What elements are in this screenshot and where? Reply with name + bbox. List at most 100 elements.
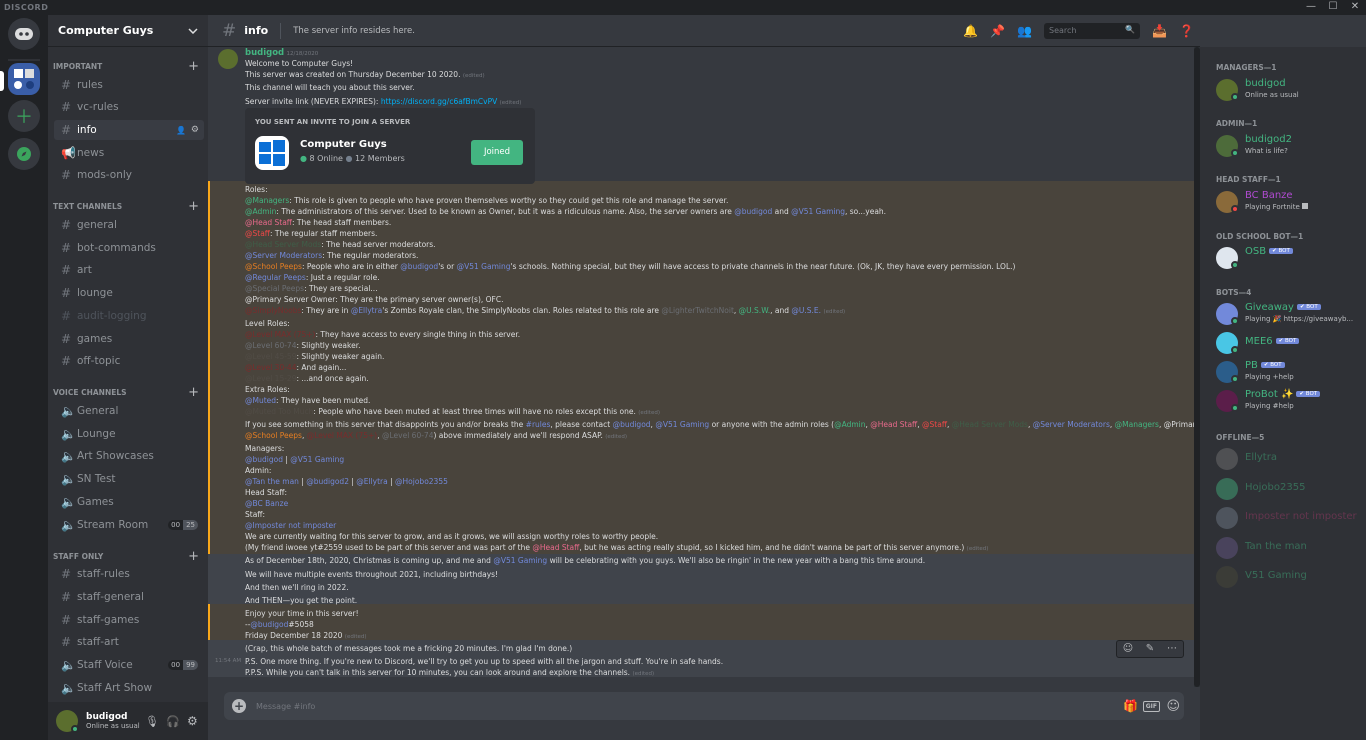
emoji-icon[interactable]: ☺ bbox=[1166, 699, 1180, 714]
role-mention[interactable]: @Head Server Mods bbox=[952, 420, 1028, 429]
role-mention[interactable]: @Level 45-59 bbox=[245, 352, 296, 361]
channel-mention[interactable]: #rules bbox=[526, 420, 551, 429]
role-mention[interactable]: @SimplyNoobs bbox=[245, 306, 301, 315]
upload-plus-icon[interactable]: + bbox=[232, 699, 246, 713]
channel-art[interactable]: # art bbox=[54, 260, 204, 280]
voice-staff-voice[interactable]: 🔈 Staff Voice 00 99 bbox=[54, 655, 204, 675]
category-staff-only[interactable]: STAFF ONLY + bbox=[48, 549, 208, 564]
member-item[interactable]: Giveaway ✔ BOT Playing 🎉 https://giveaway… bbox=[1216, 302, 1366, 326]
edit-pencil-icon[interactable]: ✎ bbox=[1139, 641, 1161, 657]
user-mention[interactable]: @Ellytra bbox=[351, 306, 382, 315]
role-mention[interactable]: @Level 60-74 bbox=[382, 431, 433, 440]
member-item[interactable]: ProBot ✨ ✔ BOT Playing #help bbox=[1216, 389, 1366, 413]
gift-icon[interactable]: 🎁 bbox=[1123, 699, 1138, 713]
voice-art-showcases[interactable]: 🔈 Art Showcases bbox=[54, 446, 204, 466]
role-mention[interactable]: @School Peeps bbox=[245, 431, 302, 440]
channel-staff-games[interactable]: # staff-games bbox=[54, 610, 204, 630]
settings-gear-icon[interactable]: ⚙ bbox=[191, 125, 199, 135]
add-channel-icon[interactable]: + bbox=[188, 199, 199, 214]
user-mention[interactable]: @Imposter not imposter bbox=[245, 521, 336, 530]
role-mention[interactable]: @Staff bbox=[922, 420, 947, 429]
user-mention[interactable]: @V51 Gaming bbox=[655, 420, 709, 429]
role-mention[interactable]: @Admin bbox=[834, 420, 865, 429]
voice-games[interactable]: 🔈 Games bbox=[54, 492, 204, 512]
user-avatar[interactable] bbox=[56, 710, 79, 733]
mute-mic-icon[interactable]: 🎙 bbox=[145, 715, 159, 728]
invite-icon[interactable]: 👤 bbox=[176, 126, 186, 135]
channel-staff-art[interactable]: # staff-art bbox=[54, 632, 204, 652]
close-button[interactable]: ✕ bbox=[1344, 0, 1366, 15]
voice-sn-test[interactable]: 🔈 SN Test bbox=[54, 469, 204, 489]
member-item[interactable]: Ellytra bbox=[1216, 447, 1366, 471]
inbox-icon[interactable]: 📥 bbox=[1146, 24, 1173, 38]
role-mention[interactable]: @Regular Peeps bbox=[245, 273, 306, 282]
add-channel-icon[interactable]: + bbox=[188, 549, 199, 564]
role-mention[interactable]: @Managers bbox=[1115, 420, 1159, 429]
user-mention[interactable]: @budigod bbox=[400, 262, 438, 271]
user-settings-gear-icon[interactable]: ⚙ bbox=[187, 714, 198, 728]
channel-vc-rules[interactable]: # vc-rules bbox=[54, 97, 204, 117]
user-mention[interactable]: @budigod bbox=[613, 420, 651, 429]
role-mention[interactable]: @Level 30-44 bbox=[245, 363, 296, 372]
role-mention[interactable]: @School Peeps bbox=[245, 262, 302, 271]
channel-off-topic[interactable]: # off-topic bbox=[54, 351, 204, 371]
home-button[interactable] bbox=[8, 18, 40, 50]
guild-header[interactable]: Computer Guys bbox=[48, 15, 208, 47]
channel-rules[interactable]: # rules bbox=[54, 75, 204, 95]
role-mention[interactable]: @Level MAX (75+) bbox=[245, 330, 316, 339]
voice-lounge[interactable]: 🔈 Lounge bbox=[54, 424, 204, 444]
message-composer[interactable]: + Message #info 🎁 GIF ☺ bbox=[224, 692, 1184, 720]
role-mention[interactable]: @LighterTwitchNoit bbox=[661, 306, 734, 315]
server-computer-guys-icon[interactable] bbox=[8, 63, 40, 95]
member-item[interactable]: PB ✔ BOT Playing +help bbox=[1216, 360, 1366, 384]
member-item[interactable]: BC Banze Playing Fortnite bbox=[1216, 190, 1366, 214]
minimize-button[interactable]: — bbox=[1300, 0, 1322, 15]
add-reaction-icon[interactable]: ☺ bbox=[1117, 641, 1139, 657]
role-mention[interactable]: @Head Staff bbox=[245, 218, 292, 227]
category-text-channels[interactable]: TEXT CHANNELS + bbox=[48, 199, 208, 214]
role-mention[interactable]: @Level MAX (75+) bbox=[307, 431, 378, 440]
add-channel-icon[interactable]: + bbox=[188, 59, 199, 74]
notification-bell-icon[interactable]: 🔔 bbox=[957, 24, 984, 38]
explore-compass-icon[interactable] bbox=[8, 138, 40, 170]
deafen-icon[interactable]: 🎧 bbox=[166, 715, 180, 728]
message-author[interactable]: budigod bbox=[245, 48, 284, 58]
channel-staff-general[interactable]: # staff-general bbox=[54, 587, 204, 607]
user-mention[interactable]: @Ellytra bbox=[356, 477, 387, 486]
channel-staff-rules[interactable]: # staff-rules bbox=[54, 564, 204, 584]
user-mention[interactable]: @budigod bbox=[250, 620, 288, 629]
role-mention[interactable]: @Head Staff bbox=[870, 420, 917, 429]
voice-general[interactable]: 🔈 General bbox=[54, 401, 204, 421]
category-important[interactable]: IMPORTANT + bbox=[48, 59, 208, 74]
user-mention[interactable]: @Hojobo2355 bbox=[395, 477, 448, 486]
role-mention[interactable]: @Managers bbox=[245, 196, 289, 205]
maximize-button[interactable]: ☐ bbox=[1322, 0, 1344, 15]
message-input[interactable]: Message #info bbox=[256, 702, 315, 711]
role-mention[interactable]: @Level 15-29 bbox=[245, 374, 296, 383]
member-item[interactable]: MEE6 ✔ BOT bbox=[1216, 331, 1366, 355]
member-item[interactable]: OSB ✔ BOT bbox=[1216, 246, 1366, 270]
role-mention[interactable]: @Special Peeps bbox=[245, 284, 304, 293]
channel-news[interactable]: 📢 news bbox=[54, 143, 204, 163]
voice-staff-art-show[interactable]: 🔈 Staff Art Show bbox=[54, 678, 204, 698]
user-mention[interactable]: @budigod2 bbox=[306, 477, 349, 486]
channel-mods-only[interactable]: # mods-only bbox=[54, 165, 204, 185]
member-item[interactable]: Hojobo2355 bbox=[1216, 477, 1366, 501]
role-mention[interactable]: @Muted Too Much bbox=[245, 407, 313, 416]
role-mention[interactable]: @Server Moderators bbox=[245, 251, 322, 260]
channel-general[interactable]: # general bbox=[54, 215, 204, 235]
user-mention[interactable]: @budigod bbox=[734, 207, 772, 216]
channel-bot-commands[interactable]: # bot-commands bbox=[54, 238, 204, 258]
role-mention[interactable]: @Head Staff bbox=[532, 543, 579, 552]
role-mention[interactable]: @Muted bbox=[245, 396, 276, 405]
member-item[interactable]: budigod2 What is life? bbox=[1216, 134, 1366, 158]
user-mention[interactable]: @V51 Gaming bbox=[791, 207, 845, 216]
channel-info[interactable]: # info 👤 ⚙ bbox=[54, 120, 204, 140]
role-mention[interactable]: @Level 60-74 bbox=[245, 341, 296, 350]
member-item[interactable]: V51 Gaming bbox=[1216, 565, 1366, 589]
user-mention[interactable]: @budigod bbox=[245, 455, 283, 464]
user-mention[interactable]: @Tan the man bbox=[245, 477, 299, 486]
role-mention[interactable]: @U.S.E. bbox=[791, 306, 821, 315]
member-item[interactable]: budigod Online as usual bbox=[1216, 78, 1366, 102]
member-item[interactable]: Imposter not imposter bbox=[1216, 506, 1366, 530]
